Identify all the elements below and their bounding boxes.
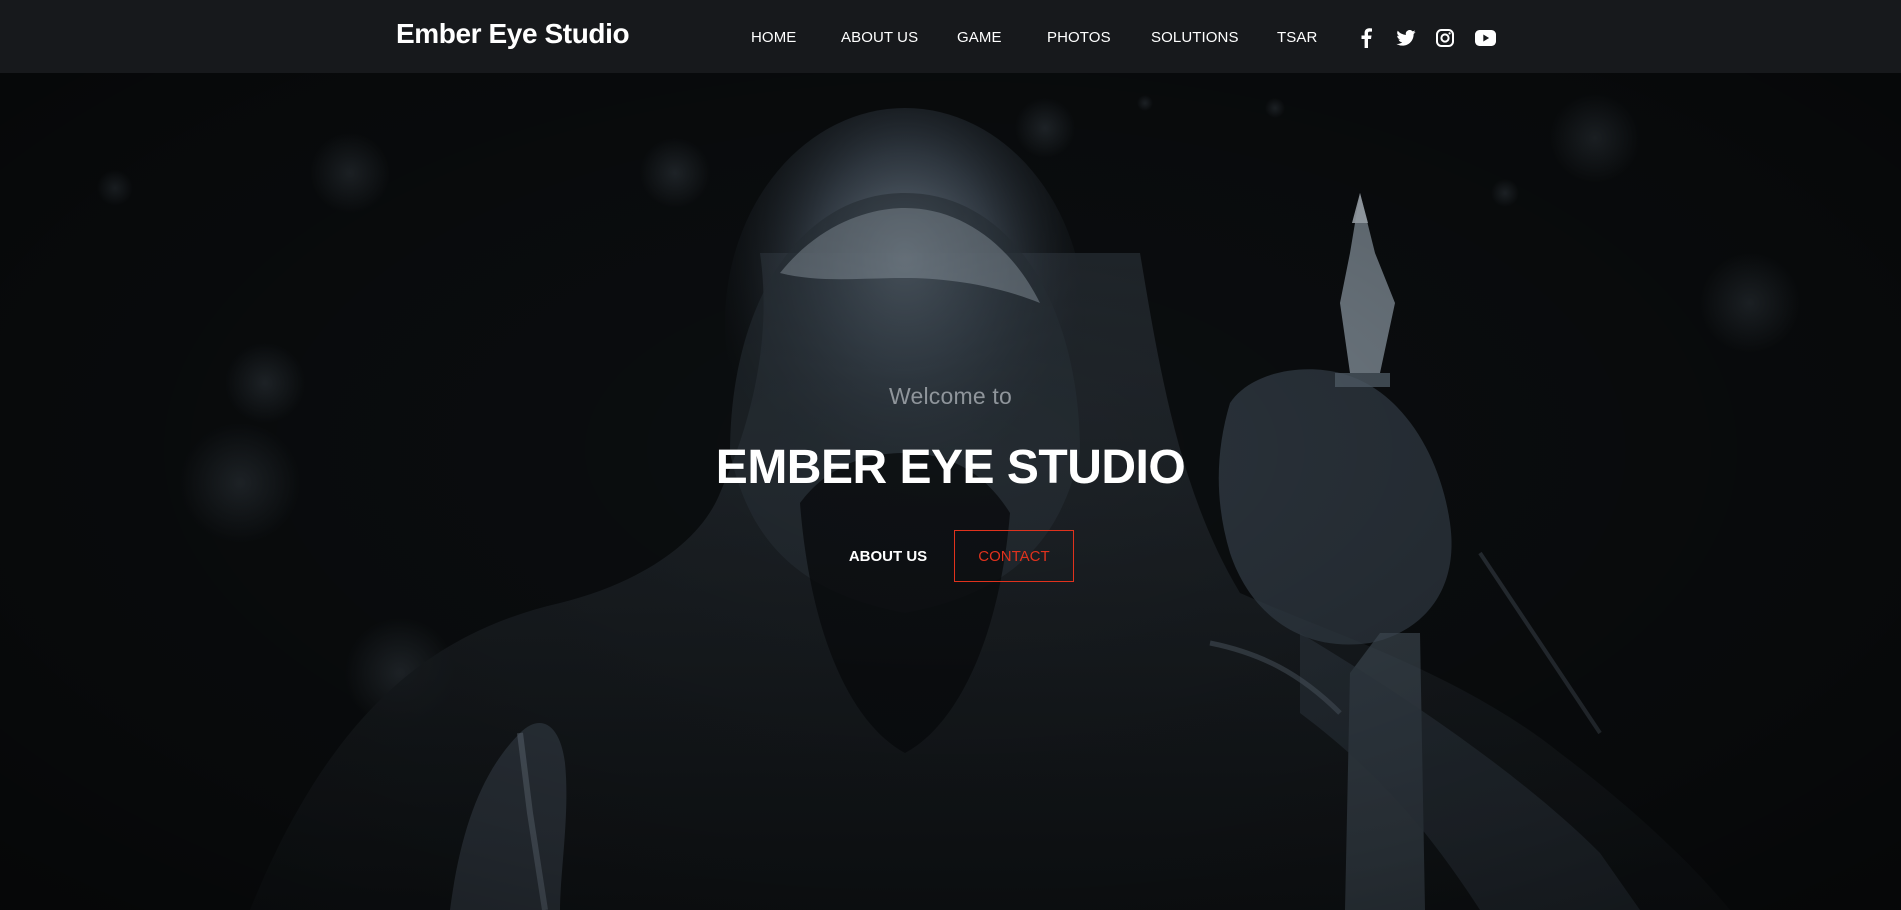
youtube-icon[interactable]: [1475, 30, 1496, 50]
nav-item-home[interactable]: HOME: [751, 29, 796, 46]
instagram-icon[interactable]: [1436, 29, 1454, 49]
nav-item-solutions[interactable]: SOLUTIONS: [1151, 29, 1239, 46]
nav-item-about-us[interactable]: ABOUT US: [841, 29, 918, 46]
nav-item-tsar[interactable]: TSAR: [1277, 29, 1317, 46]
about-us-button[interactable]: ABOUT US: [836, 530, 940, 582]
facebook-icon[interactable]: [1360, 28, 1372, 48]
contact-button[interactable]: CONTACT: [954, 530, 1074, 582]
hero-welcome-text: Welcome to: [888, 383, 1012, 409]
nav-item-game[interactable]: GAME: [957, 29, 1002, 46]
site-logo[interactable]: Ember Eye Studio: [396, 18, 630, 50]
site-header: Ember Eye Studio HOME ABOUT US GAME PHOT…: [0, 0, 1901, 73]
twitter-icon[interactable]: [1396, 30, 1416, 50]
nav-item-photos[interactable]: PHOTOS: [1047, 29, 1111, 46]
hero-section: Welcome to EMBER EYE STUDIO ABOUT US CON…: [0, 73, 1901, 910]
hero-title: EMBER EYE STUDIO: [715, 441, 1186, 494]
